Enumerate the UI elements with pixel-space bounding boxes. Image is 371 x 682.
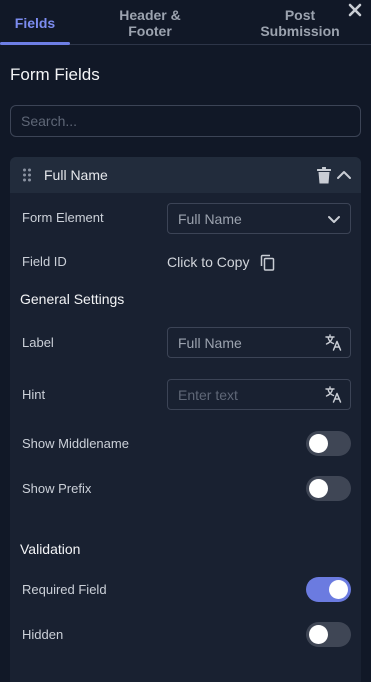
tab-fields-label: Fields <box>14 14 56 31</box>
toggle-knob <box>329 580 348 599</box>
form-element-value: Full Name <box>178 211 242 227</box>
tab-header-footer-label: Header & Footer <box>119 6 181 39</box>
hidden-label: Hidden <box>22 627 64 642</box>
active-tab-indicator <box>0 42 70 45</box>
show-middlename-toggle[interactable] <box>306 431 351 456</box>
tab-post-submission[interactable]: Post Submission <box>245 0 355 45</box>
chevron-up-icon[interactable] <box>336 168 352 182</box>
tab-bar: Fields Header & Footer Post Submission <box>0 0 371 45</box>
hint-field-label: Hint <box>22 387 46 402</box>
label-field <box>167 327 351 358</box>
required-field-toggle[interactable] <box>306 577 351 602</box>
chevron-down-icon <box>328 216 340 223</box>
form-element-select[interactable]: Full Name <box>167 203 351 234</box>
copy-icon[interactable] <box>260 254 275 271</box>
panel-title: Form Fields <box>10 65 100 84</box>
show-middlename-label: Show Middlename <box>22 436 129 451</box>
tab-header-footer[interactable]: Header & Footer <box>100 0 200 45</box>
click-to-copy-link[interactable]: Click to Copy <box>167 254 249 270</box>
required-field-label: Required Field <box>22 582 107 597</box>
hint-input[interactable] <box>168 380 318 409</box>
trash-icon[interactable] <box>316 167 332 184</box>
field-card: Full Name Form Element Full Name Field I… <box>10 157 361 682</box>
hidden-toggle[interactable] <box>306 622 351 647</box>
show-prefix-label: Show Prefix <box>22 481 92 496</box>
drag-handle-icon[interactable] <box>22 168 32 182</box>
label-input[interactable] <box>168 328 318 357</box>
search-input[interactable] <box>10 105 361 137</box>
validation-heading: Validation <box>20 541 81 557</box>
tab-post-submission-label: Post Submission <box>260 6 340 39</box>
toggle-knob <box>309 479 328 498</box>
field-card-header[interactable]: Full Name <box>10 157 361 193</box>
field-card-title: Full Name <box>44 167 108 183</box>
toggle-knob <box>309 434 328 453</box>
hint-field <box>167 379 351 410</box>
general-settings-heading: General Settings <box>20 291 125 307</box>
translate-icon[interactable] <box>325 386 342 403</box>
close-icon[interactable] <box>347 2 363 18</box>
show-prefix-toggle[interactable] <box>306 476 351 501</box>
field-id-label: Field ID <box>22 254 67 269</box>
tab-fields[interactable]: Fields <box>0 0 70 45</box>
toggle-knob <box>309 625 328 644</box>
label-field-label: Label <box>22 335 54 350</box>
translate-icon[interactable] <box>325 334 342 351</box>
form-element-label: Form Element <box>22 210 104 225</box>
